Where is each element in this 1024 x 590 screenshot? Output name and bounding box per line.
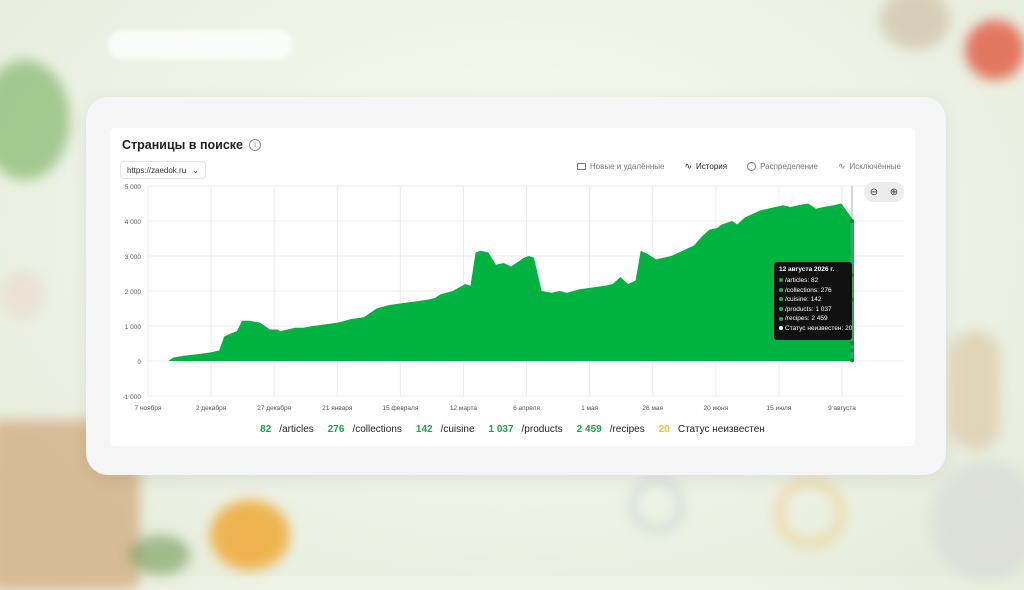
tooltip-date: 12 августа 2026 г. — [779, 266, 835, 273]
x-tick-label: 15 февраля — [382, 405, 418, 412]
legend-label: /cuisine — [440, 424, 475, 435]
chart-tooltip: 12 августа 2026 г. /articles: 82 /collec… — [774, 262, 852, 340]
bg-tomato — [965, 20, 1024, 80]
legend-value: 20 — [658, 424, 670, 435]
y-tick-label: 3 000 — [125, 254, 142, 261]
hover-marker — [850, 358, 854, 363]
bg-search-pill — [108, 30, 293, 60]
bg-spoon — [950, 330, 1000, 450]
x-tick-label: 26 мая — [642, 405, 663, 412]
chart-legend: 82/articles 276/collections 142/cuisine … — [110, 424, 915, 435]
tooltip-row: /recipes: 2 459 — [779, 315, 847, 322]
series-dot-icon — [779, 278, 783, 283]
x-tick-label: 27 декабря — [257, 404, 291, 412]
series-dot-icon — [779, 307, 783, 312]
zoom-in-icon[interactable]: ⊕ — [890, 187, 898, 198]
x-tick-label: 21 января — [322, 405, 353, 412]
legend-item-recipes[interactable]: 2 459/recipes — [577, 424, 645, 435]
legend-label: Статус неизвестен — [677, 424, 765, 435]
bg-pot — [930, 460, 1024, 580]
y-tick-label: -1 000 — [123, 394, 142, 401]
area-series — [148, 203, 854, 361]
search-pages-panel: Страницы в поиске i https://zaedok.ru ⌄ … — [110, 128, 915, 446]
y-tick-label: 2 000 — [125, 289, 142, 296]
y-tick-label: 5 000 — [125, 184, 142, 191]
hover-marker — [850, 341, 854, 346]
tooltip-row: /collections: 276 — [779, 287, 847, 294]
x-tick-label: 9 августа — [828, 405, 856, 412]
legend-item-collections[interactable]: 276/collections — [328, 424, 402, 435]
legend-value: 142 — [415, 424, 433, 435]
x-tick-label: 15 июля — [767, 405, 792, 412]
legend-item-products[interactable]: 1 037/products — [489, 424, 563, 435]
hover-marker — [850, 219, 854, 223]
bg-basil — [0, 60, 70, 180]
zoom-out-icon[interactable]: ⊖ — [870, 187, 878, 198]
y-tick-label: 4 000 — [125, 219, 142, 226]
x-tick-label: 1 мая — [581, 405, 599, 412]
series-dot-icon — [779, 316, 783, 321]
tooltip-row: Статус неизвестен: 20 — [779, 325, 852, 332]
x-tick-label: 6 апреля — [513, 405, 540, 412]
y-tick-label: 1 000 — [125, 324, 142, 331]
legend-label: /articles — [279, 424, 314, 435]
bg-spice-bowl — [880, 0, 950, 50]
tooltip-row: /cuisine: 142 — [779, 296, 847, 303]
series-dot-icon — [779, 287, 783, 292]
bg-donut-chart — [775, 478, 845, 548]
x-tick-label: 7 ноября — [135, 404, 162, 412]
legend-label: /collections — [352, 424, 402, 435]
bg-cucumber — [130, 535, 190, 575]
tooltip-row: /products: 1 037 — [779, 306, 847, 313]
legend-value: 82 — [260, 424, 272, 435]
hover-marker — [850, 348, 854, 353]
zoom-controls: ⊖ ⊕ — [864, 182, 904, 202]
bg-pepper — [210, 500, 290, 570]
legend-item-articles[interactable]: 82/articles — [260, 424, 314, 435]
legend-item-unknown-status[interactable]: 20 Статус неизвестен — [659, 424, 765, 435]
x-tick-label: 12 марта — [450, 405, 477, 412]
legend-item-cuisine[interactable]: 142/cuisine — [416, 424, 475, 435]
series-dot-icon — [779, 326, 783, 331]
legend-value: 1 037 — [488, 424, 514, 435]
bg-garlic — [0, 270, 45, 320]
series-dot-icon — [779, 297, 783, 302]
y-tick-label: 0 — [137, 359, 141, 366]
bg-magnifier — [630, 478, 684, 532]
x-tick-label: 20 июня — [703, 405, 728, 412]
x-tick-label: 2 декабря — [196, 404, 227, 412]
legend-value: 276 — [327, 424, 345, 435]
legend-label: /recipes — [609, 424, 645, 435]
tooltip-row: /articles: 82 — [779, 277, 847, 284]
legend-label: /products — [521, 424, 563, 435]
legend-value: 2 459 — [576, 424, 602, 435]
